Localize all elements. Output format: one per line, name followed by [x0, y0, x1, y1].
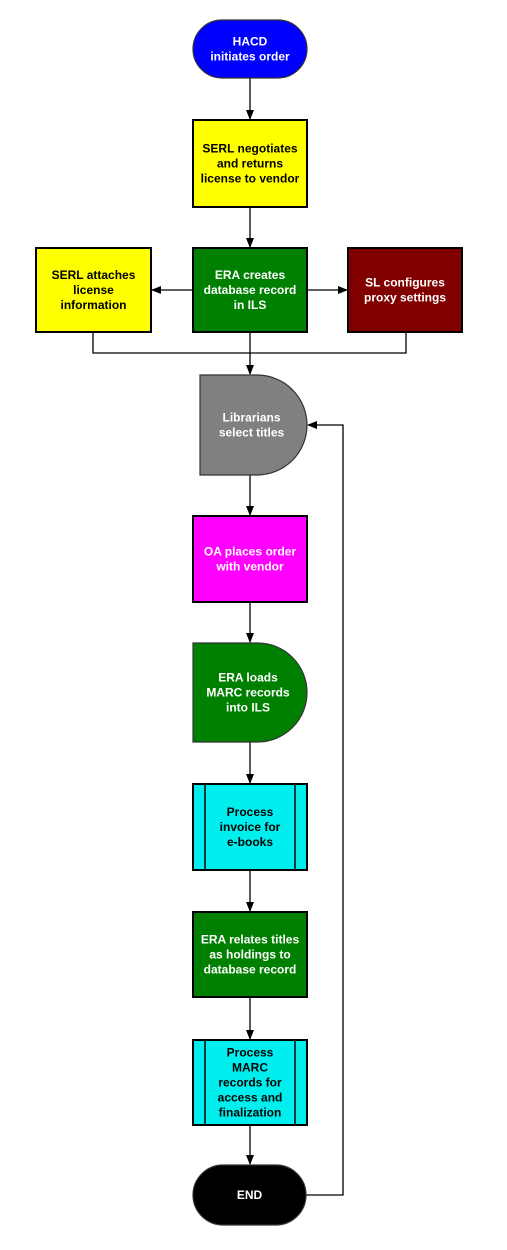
- node-label-line: SERL negotiates: [202, 141, 297, 155]
- node-label-line: SL configures: [365, 275, 445, 289]
- node-label-line: initiates order: [210, 49, 290, 63]
- node-label-line: MARC records: [206, 685, 290, 699]
- node-label-line: END: [237, 1188, 263, 1202]
- node-label-line: HACD: [233, 34, 268, 48]
- edge-sl-configures-to-merge: [250, 332, 407, 354]
- node-label-line: in ILS: [234, 298, 267, 312]
- node-label-line: database record: [204, 962, 297, 976]
- node-sl-configures: SL configuresproxy settings: [347, 247, 463, 333]
- node-label-line: and returns: [217, 156, 283, 170]
- node-hacd: HACDinitiates order: [192, 19, 308, 79]
- node-era-relates: ERA relates titlesas holdings todatabase…: [192, 911, 308, 998]
- node-label-line: Process: [227, 805, 274, 819]
- node-label-line: ERA creates: [215, 268, 286, 282]
- node-process-invoice: Processinvoice fore-books: [192, 783, 308, 871]
- node-label-line: proxy settings: [364, 290, 446, 304]
- node-end: END: [192, 1164, 307, 1226]
- node-serl-attaches: SERL attacheslicenseinformation: [35, 247, 152, 333]
- node-serl-negotiates: SERL negotiatesand returnslicense to ven…: [192, 119, 308, 208]
- node-era-loads: ERA loadsMARC recordsinto ILS: [192, 642, 308, 743]
- node-oa-places: OA places orderwith vendor: [192, 515, 308, 603]
- node-label-line: OA places order: [204, 544, 297, 558]
- node-label-line: license to vendor: [201, 171, 300, 185]
- node-era-creates: ERA createsdatabase recordin ILS: [192, 247, 308, 333]
- node-label-line: into ILS: [226, 700, 270, 714]
- node-label-line: e-books: [227, 835, 273, 849]
- node-label-line: Librarians: [222, 410, 280, 424]
- node-label-line: database record: [204, 283, 297, 297]
- node-librarians: Librariansselect titles: [199, 374, 308, 476]
- node-label-line: information: [61, 298, 127, 312]
- node-process-marc: ProcessMARCrecords foraccess andfinaliza…: [192, 1039, 308, 1126]
- node-label-line: select titles: [219, 425, 285, 439]
- node-label-line: SERL attaches: [52, 268, 136, 282]
- node-label-line: Process: [227, 1045, 274, 1059]
- node-label-line: access and: [218, 1090, 283, 1104]
- node-label-line: as holdings to: [209, 947, 290, 961]
- edge-serl-attaches-to-merge: [92, 332, 250, 354]
- node-label-line: ERA relates titles: [201, 932, 300, 946]
- node-label-line: with vendor: [215, 559, 284, 573]
- node-label-line: finalization: [219, 1105, 282, 1119]
- node-label-line: MARC: [232, 1060, 268, 1074]
- flowchart: HACDinitiates order SERL negotiatesand re…: [35, 19, 463, 1226]
- node-label-line: ERA loads: [218, 670, 278, 684]
- edge-end-loop-to-librarians: [306, 421, 344, 1196]
- node-label-line: invoice for: [220, 820, 281, 834]
- node-label-line: records for: [218, 1075, 282, 1089]
- node-label-line: license: [73, 283, 114, 297]
